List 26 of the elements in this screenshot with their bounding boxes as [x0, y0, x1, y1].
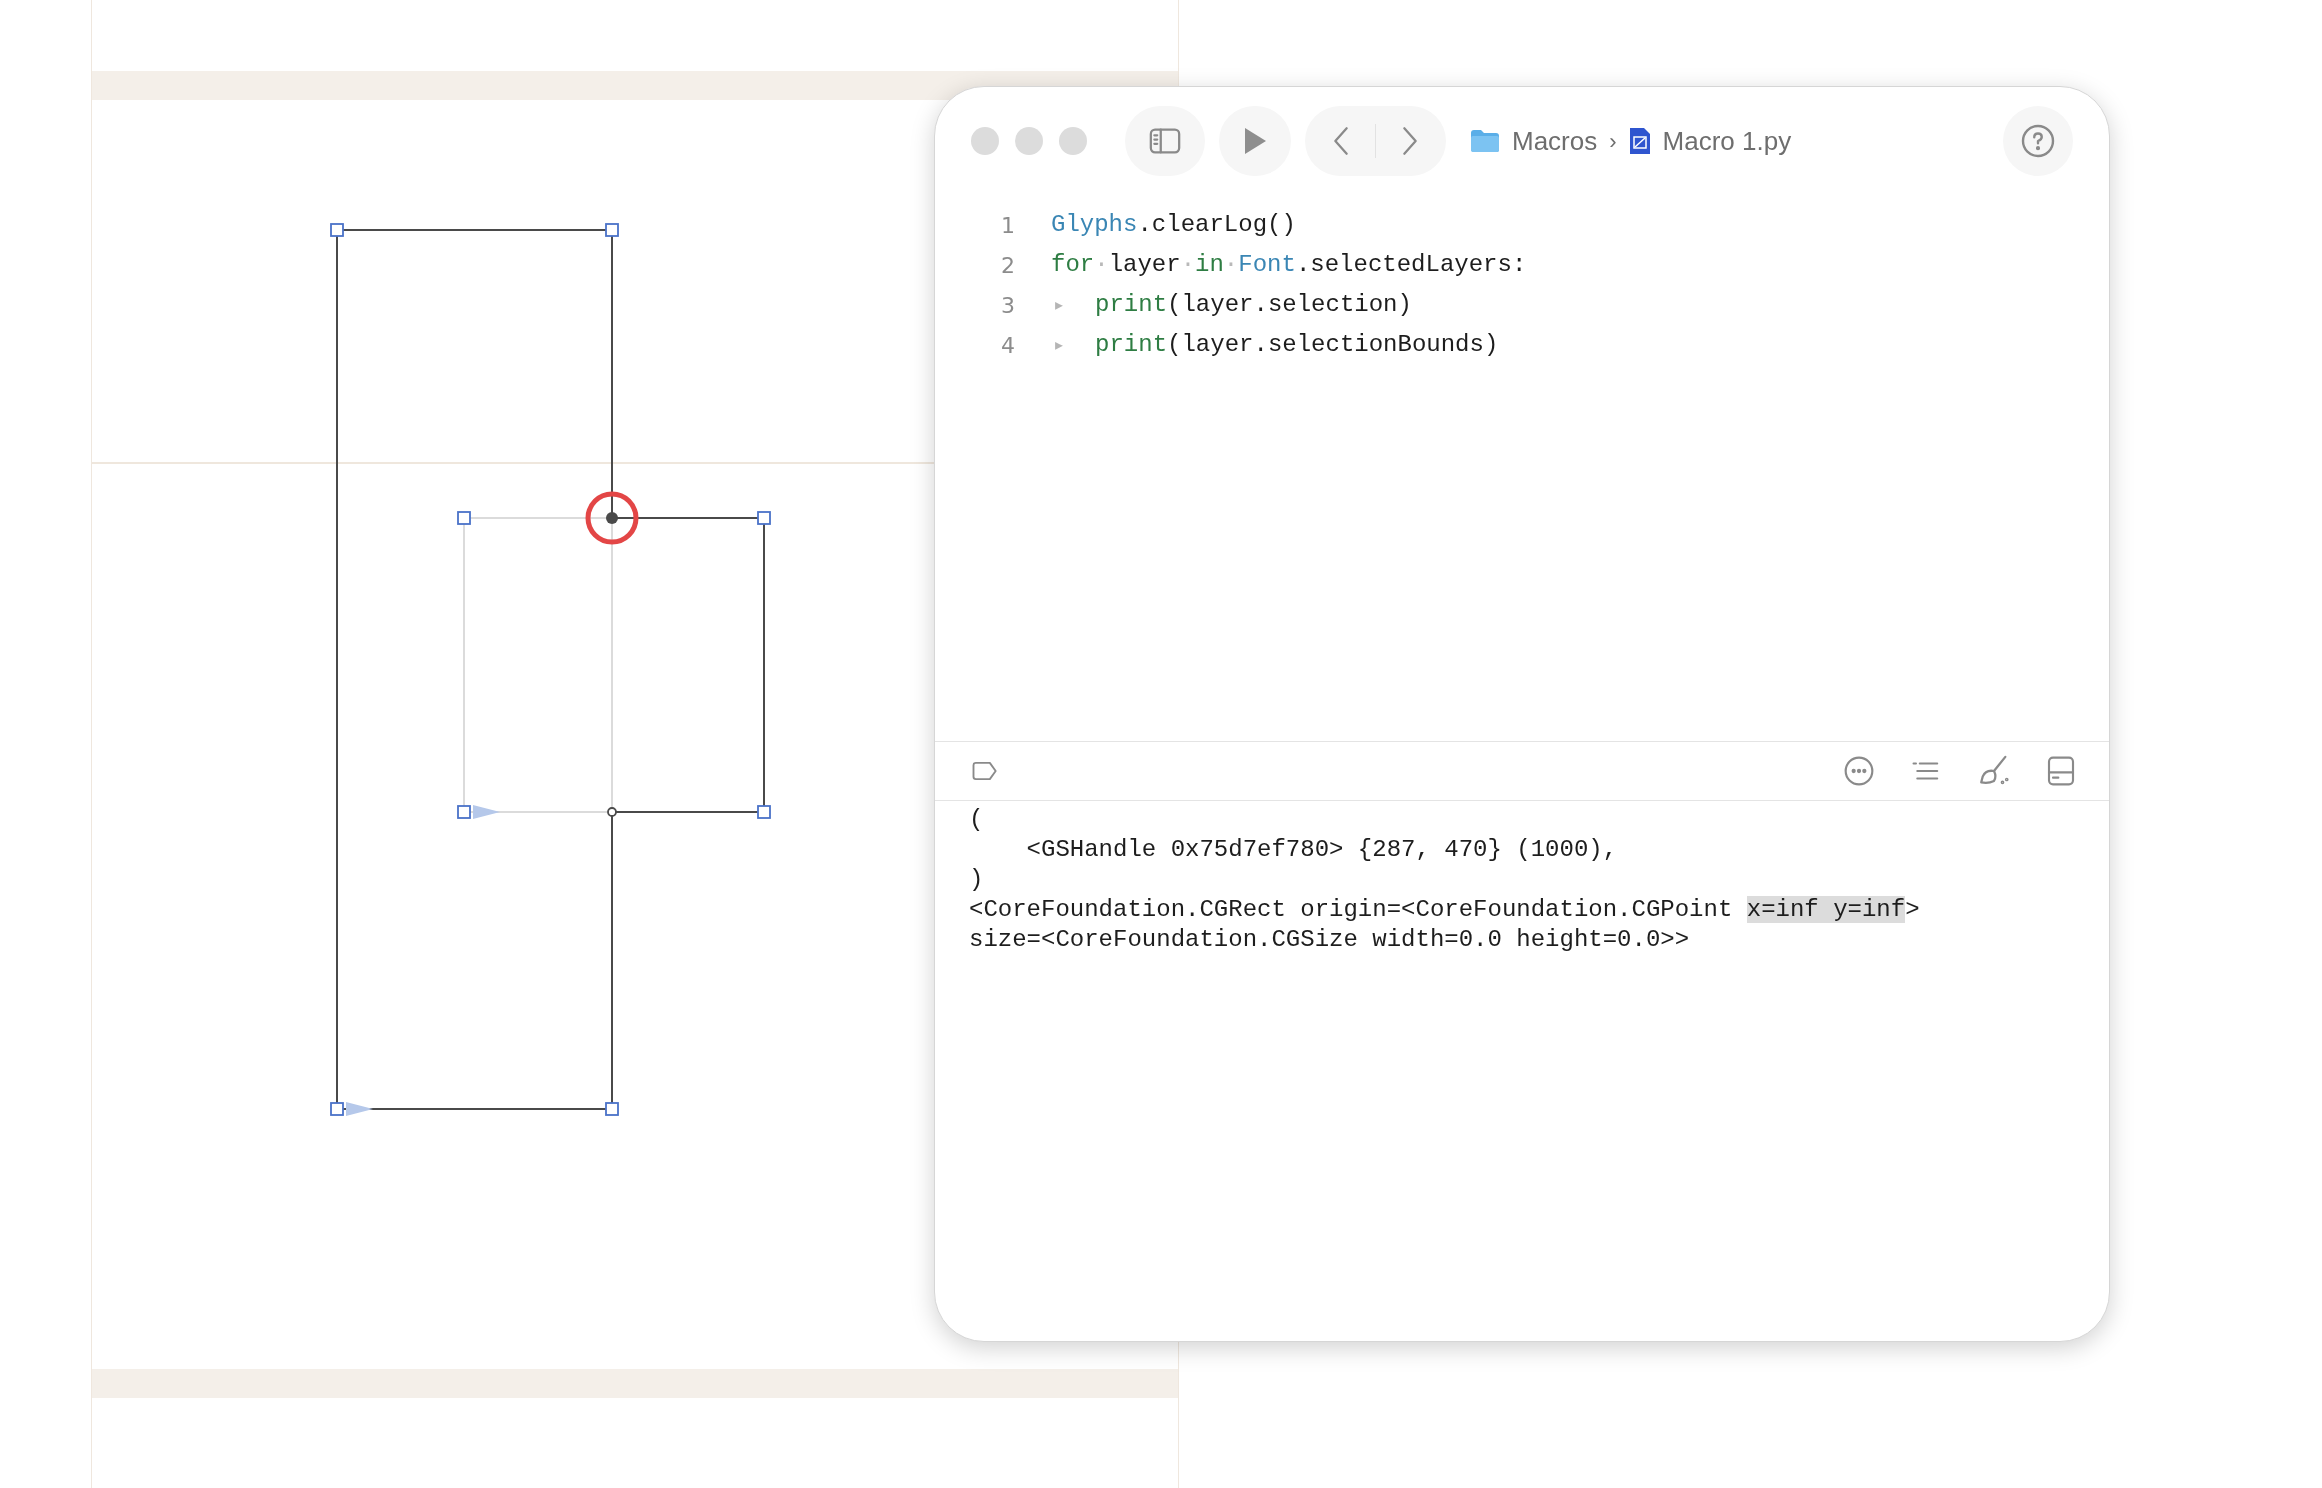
console-line: ( [969, 805, 985, 835]
highlight-ring [585, 491, 639, 545]
code-line: ▸ print(layer.selectionBounds) [1052, 330, 1499, 360]
document-icon [1628, 127, 1651, 155]
line-number: 2 [1000, 251, 1016, 280]
console-line: <CoreFoundation.CGRect origin=<CoreFoundation.CGPoint x=inf y=inf> [969, 895, 1921, 925]
folder-icon [1470, 129, 1500, 153]
line-number: 4 [1000, 331, 1016, 360]
breadcrumb-item[interactable]: Macros [1512, 121, 1598, 161]
code-line: Glyphs.clearLog() [1051, 210, 1296, 240]
console-line: size=<CoreFoundation.CGSize width=0.0 height=0.0>> [969, 925, 1691, 955]
options-button[interactable] [1843, 755, 1875, 787]
breadcrumb-separator: › [1609, 127, 1617, 156]
help-icon [2020, 123, 2056, 159]
breadcrumb-item[interactable]: Macro 1.py [1662, 121, 1792, 161]
ellipsis-circle-icon [1843, 755, 1875, 787]
console-line: ) [969, 865, 985, 895]
code-line: for·layer·in·Font.selectedLayers: [1051, 250, 1527, 280]
console-line: <GSHandle 0x75d7ef780> {287, 470} (1000), [1025, 835, 1619, 865]
code-editor[interactable]: 1 Glyphs.clearLog() 2 for·layer·in·Font.selectedLayers: 3 ▸ print(layer.selection) 4 ▸ print(layer.selectionBounds) [935, 195, 2109, 741]
panel-icon [2045, 754, 2077, 788]
code-line: ▸ print(layer.selection) [1052, 290, 1412, 320]
play-icon [1243, 127, 1267, 155]
line-number: 1 [1000, 211, 1016, 240]
panel-button[interactable] [2045, 754, 2077, 788]
line-number: 3 [1000, 291, 1016, 320]
